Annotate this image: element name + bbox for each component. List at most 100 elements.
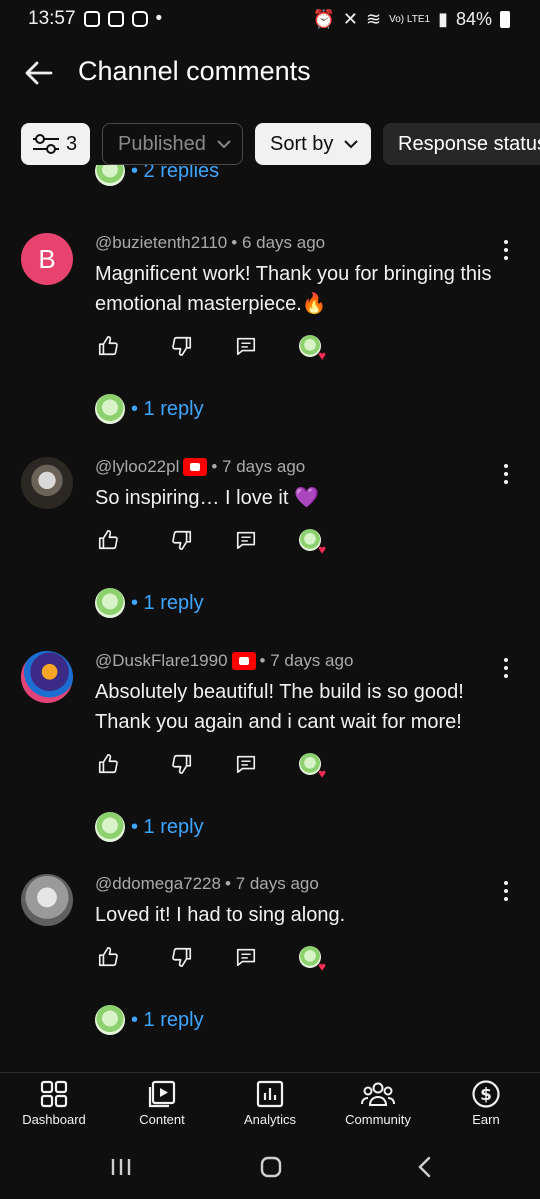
creator-avatar — [95, 812, 125, 842]
sort-by-chip[interactable]: Sort by — [255, 123, 371, 165]
avatar-letter: B — [38, 243, 56, 274]
comment-meta: @buzietenth2110 • 6 days ago — [95, 233, 325, 253]
status-time: 13:57 — [28, 8, 76, 29]
replies-link[interactable]: • 1 reply — [95, 587, 204, 619]
creator-heart-icon: ♥ — [299, 335, 326, 362]
dislike-button[interactable] — [169, 333, 195, 359]
like-button[interactable] — [95, 751, 121, 777]
comment-author[interactable]: @buzietenth2110 — [95, 233, 227, 253]
comment-time: • 6 days ago — [231, 233, 326, 252]
dislike-button[interactable] — [169, 527, 195, 553]
chevron-down-icon — [344, 140, 359, 149]
reply-button[interactable] — [233, 333, 259, 359]
comment-list[interactable]: • 2 replies B @buzietenth2110 • 6 days a… — [0, 165, 540, 1072]
recent-apps-button[interactable] — [108, 1156, 134, 1183]
analytics-icon — [256, 1080, 284, 1108]
dislike-button[interactable] — [169, 751, 195, 777]
nav-analytics[interactable]: Analytics — [220, 1079, 320, 1127]
comment-text: Absolutely beautiful! The build is so go… — [95, 681, 464, 733]
nav-community-label: Community — [345, 1112, 411, 1127]
replies-link[interactable]: • 2 replies — [95, 165, 219, 187]
nav-earn[interactable]: $ Earn — [436, 1079, 536, 1127]
battery-percent: 84% — [455, 9, 492, 29]
nav-dashboard[interactable]: Dashboard — [4, 1079, 104, 1127]
recent-apps-icon — [111, 1159, 131, 1175]
replies-link[interactable]: • 1 reply — [95, 1004, 204, 1036]
like-button[interactable] — [95, 333, 121, 359]
avatar[interactable]: B — [21, 233, 73, 285]
dislike-button[interactable] — [169, 944, 195, 970]
comment-text: Loved it! I had to sing along. — [95, 904, 346, 926]
reply-button[interactable] — [233, 527, 259, 553]
network-label: Vo) LTE1 — [389, 14, 431, 25]
thumb-down-icon — [172, 336, 192, 356]
reply-button[interactable] — [233, 944, 259, 970]
replies-link[interactable]: • 1 reply — [95, 811, 204, 843]
replies-label: • 1 reply — [131, 591, 204, 614]
filter-chip[interactable]: 3 — [21, 123, 90, 165]
heart-button[interactable]: ♥ — [297, 944, 326, 973]
comment-actions: ♥ — [95, 333, 335, 362]
response-status-label: Response status — [398, 132, 540, 155]
avatar[interactable] — [21, 457, 73, 509]
back-nav-button[interactable] — [414, 1155, 434, 1184]
thumb-down-icon — [172, 754, 192, 774]
signal-icon: ▮ — [438, 9, 448, 29]
dot-icon: • — [155, 8, 163, 29]
comment-actions: ♥ — [95, 751, 335, 780]
creator-heart-icon: ♥ — [299, 946, 326, 973]
comment-actions: ♥ — [95, 944, 335, 973]
more-options-icon[interactable] — [494, 461, 518, 487]
thumb-down-icon — [172, 947, 192, 967]
thumb-up-icon — [98, 947, 118, 967]
heart-button[interactable]: ♥ — [297, 333, 326, 362]
instagram-icon — [131, 11, 148, 27]
member-badge-icon — [183, 458, 208, 476]
replies-link[interactable]: • 1 reply — [95, 393, 204, 425]
published-chip[interactable]: Published — [102, 123, 243, 165]
like-button[interactable] — [95, 527, 121, 553]
wifi-icon: ≋ — [366, 9, 382, 29]
heart-button[interactable]: ♥ — [297, 527, 326, 556]
nav-content[interactable]: Content — [112, 1079, 212, 1127]
more-options-icon[interactable] — [494, 655, 518, 681]
sort-by-label: Sort by — [270, 132, 334, 155]
comment-author[interactable]: @ddomega7228 — [95, 874, 221, 894]
comment-text: Magnificent work! Thank you for bringing… — [95, 263, 492, 315]
comment-actions: ♥ — [95, 527, 335, 556]
home-icon — [260, 1156, 282, 1178]
replies-label: • 1 reply — [131, 397, 204, 420]
mute-icon: ✕ — [342, 9, 359, 29]
avatar[interactable] — [21, 874, 73, 926]
creator-avatar — [95, 588, 125, 618]
bottom-nav: Dashboard Content Analytics Community $ … — [0, 1072, 540, 1137]
dashboard-icon — [40, 1080, 68, 1108]
reply-button[interactable] — [233, 751, 259, 777]
filter-sliders-icon — [33, 134, 59, 154]
svg-text:$: $ — [480, 1085, 492, 1105]
home-button[interactable] — [259, 1155, 283, 1184]
response-status-chip[interactable]: Response status — [383, 123, 540, 165]
status-bar: 13:57 • ⏰ ✕ ≋ Vo) LTE1 ▮ 84% — [0, 0, 540, 40]
heart-button[interactable]: ♥ — [297, 751, 326, 780]
more-options-icon[interactable] — [494, 878, 518, 904]
nav-community[interactable]: Community — [328, 1079, 428, 1127]
comment-meta: @ddomega7228 • 7 days ago — [95, 874, 319, 894]
earn-dollar-icon: $ — [472, 1080, 500, 1108]
game-icon — [107, 11, 124, 27]
thumb-up-icon — [98, 530, 118, 550]
more-options-icon[interactable] — [494, 237, 518, 263]
thumb-down-icon — [172, 530, 192, 550]
reply-comment-icon — [236, 531, 256, 550]
comment-author[interactable]: @DuskFlare1990 — [95, 651, 228, 671]
top-bar: Channel comments — [0, 40, 540, 106]
filter-count: 3 — [66, 132, 78, 155]
thumb-up-icon — [98, 336, 118, 356]
alarm-icon: ⏰ — [312, 9, 335, 29]
back-button[interactable] — [22, 56, 56, 90]
avatar[interactable] — [21, 651, 73, 703]
reply-comment-icon — [236, 337, 256, 356]
comment-time: • 7 days ago — [224, 874, 319, 893]
comment-author[interactable]: @lyloo22pl — [95, 457, 179, 477]
like-button[interactable] — [95, 944, 121, 970]
